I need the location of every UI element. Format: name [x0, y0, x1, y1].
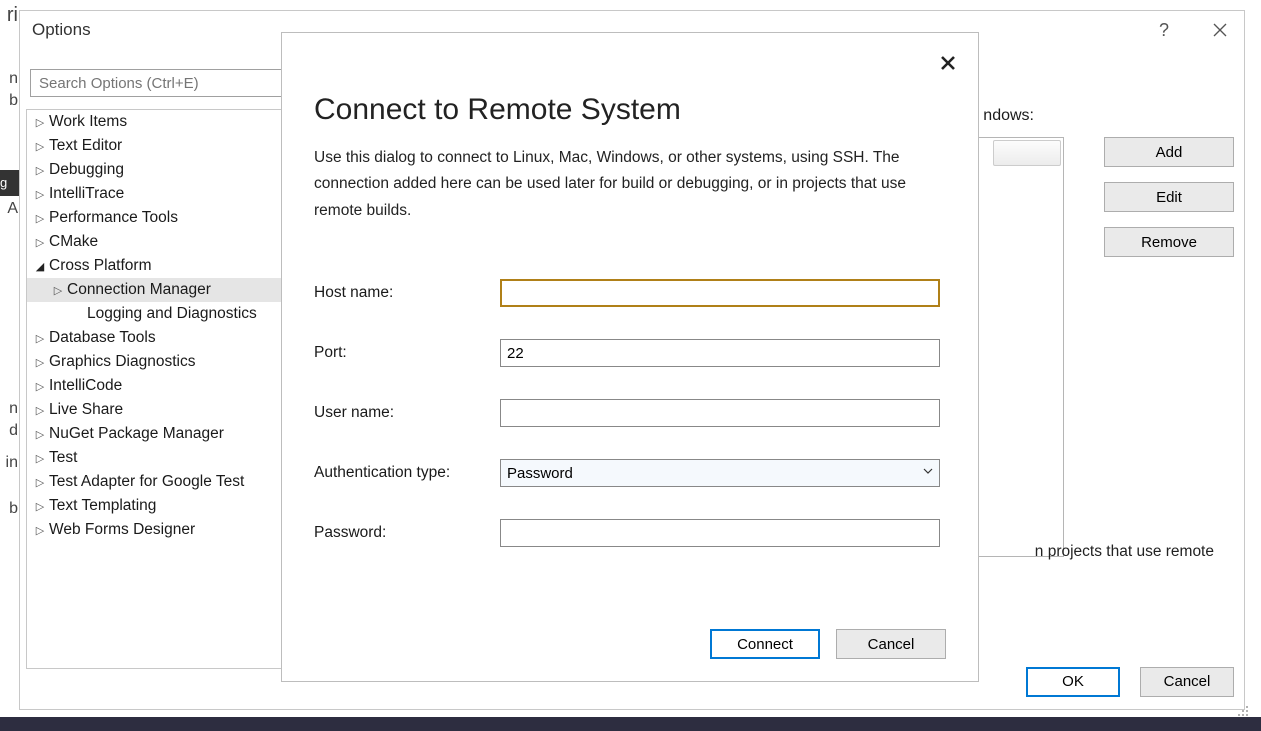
tree-item-database-tools[interactable]: ▷Database Tools: [27, 326, 287, 350]
bg-frag: ri: [7, 4, 18, 27]
tree-item-text-templating[interactable]: ▷Text Templating: [27, 494, 287, 518]
tree-item-work-items[interactable]: ▷Work Items: [27, 110, 287, 134]
close-icon: [941, 56, 955, 70]
status-bar-fragment: [0, 717, 1261, 731]
arrow-right-icon: ▷: [33, 404, 47, 417]
tree-item-label: Database Tools: [49, 329, 156, 347]
tree-item-logging-and-diagnostics[interactable]: Logging and Diagnostics: [27, 302, 287, 326]
tree-item-performance-tools[interactable]: ▷Performance Tools: [27, 206, 287, 230]
options-cancel-button[interactable]: Cancel: [1140, 667, 1234, 697]
arrow-right-icon: ▷: [51, 284, 65, 297]
remote-heading-fragment: ndows:: [983, 107, 1034, 125]
password-input[interactable]: [500, 519, 940, 547]
arrow-right-icon: ▷: [33, 500, 47, 513]
arrow-down-icon: ◢: [33, 260, 47, 273]
password-label: Password:: [314, 524, 500, 542]
options-title: Options: [32, 20, 91, 40]
tree-item-intellitrace[interactable]: ▷IntelliTrace: [27, 182, 287, 206]
connect-button[interactable]: Connect: [710, 629, 820, 659]
arrow-right-icon: ▷: [33, 356, 47, 369]
tree-item-label: Debugging: [49, 161, 124, 179]
tree-item-label: Cross Platform: [49, 257, 152, 275]
bg-frag: n: [9, 400, 18, 418]
tree-item-label: Graphics Diagnostics: [49, 353, 195, 371]
bg-frag: A: [7, 200, 18, 218]
port-input[interactable]: [500, 339, 940, 367]
arrow-right-icon: ▷: [33, 428, 47, 441]
arrow-right-icon: ▷: [33, 332, 47, 345]
tree-item-text-editor[interactable]: ▷Text Editor: [27, 134, 287, 158]
cancel-button[interactable]: Cancel: [836, 629, 946, 659]
edit-button[interactable]: Edit: [1104, 182, 1234, 212]
port-label: Port:: [314, 344, 500, 362]
arrow-right-icon: ▷: [33, 140, 47, 153]
close-icon: [1213, 23, 1227, 37]
arrow-right-icon: ▷: [33, 116, 47, 129]
arrow-right-icon: ▷: [33, 164, 47, 177]
tree-item-test[interactable]: ▷Test: [27, 446, 287, 470]
tree-item-label: Test: [49, 449, 77, 467]
add-button[interactable]: Add: [1104, 137, 1234, 167]
dialog-title: Connect to Remote System: [314, 93, 946, 127]
arrow-right-icon: ▷: [33, 212, 47, 225]
tree-item-nuget-package-manager[interactable]: ▷NuGet Package Manager: [27, 422, 287, 446]
user-name-input[interactable]: [500, 399, 940, 427]
tree-item-label: IntelliCode: [49, 377, 122, 395]
tree-item-test-adapter-for-google-test[interactable]: ▷Test Adapter for Google Test: [27, 470, 287, 494]
close-dialog-button[interactable]: [936, 51, 960, 75]
bg-frag: d: [9, 422, 18, 440]
tree-item-label: Performance Tools: [49, 209, 178, 227]
dialog-description: Use this dialog to connect to Linux, Mac…: [314, 145, 946, 224]
tree-item-debugging[interactable]: ▷Debugging: [27, 158, 287, 182]
tree-item-label: Connection Manager: [67, 281, 211, 299]
user-label: User name:: [314, 404, 500, 422]
tree-item-connection-manager[interactable]: ▷Connection Manager: [27, 278, 287, 302]
auth-type-label: Authentication type:: [314, 464, 500, 482]
arrow-right-icon: ▷: [33, 380, 47, 393]
bg-frag-dark: g: [0, 170, 19, 196]
tree-item-label: Test Adapter for Google Test: [49, 473, 244, 491]
bg-frag: in: [6, 454, 18, 472]
options-tree[interactable]: ▷Work Items▷Text Editor▷Debugging▷Intell…: [26, 109, 288, 669]
arrow-right-icon: ▷: [33, 476, 47, 489]
connect-remote-dialog: Connect to Remote System Use this dialog…: [281, 32, 979, 682]
bg-frag: n: [9, 70, 18, 88]
tree-item-web-forms-designer[interactable]: ▷Web Forms Designer: [27, 518, 287, 542]
tree-item-label: Work Items: [49, 113, 127, 131]
tree-item-cmake[interactable]: ▷CMake: [27, 230, 287, 254]
tree-item-label: NuGet Package Manager: [49, 425, 224, 443]
tree-item-cross-platform[interactable]: ◢Cross Platform: [27, 254, 287, 278]
arrow-right-icon: ▷: [33, 524, 47, 537]
arrow-right-icon: ▷: [33, 452, 47, 465]
tree-item-label: Logging and Diagnostics: [87, 305, 257, 323]
tree-item-label: Text Editor: [49, 137, 122, 155]
arrow-right-icon: ▷: [33, 188, 47, 201]
tree-item-label: Live Share: [49, 401, 123, 419]
search-input[interactable]: [30, 69, 284, 97]
tree-item-live-share[interactable]: ▷Live Share: [27, 398, 287, 422]
bg-frag: b: [9, 500, 18, 518]
bg-frag: b: [9, 92, 18, 110]
note-fragment: n projects that use remote: [1035, 543, 1214, 561]
host-name-input[interactable]: [500, 279, 940, 307]
close-window-button[interactable]: [1206, 16, 1234, 44]
ok-button[interactable]: OK: [1026, 667, 1120, 697]
help-button[interactable]: ?: [1150, 16, 1178, 44]
auth-type-select[interactable]: [500, 459, 940, 487]
resize-grip-icon[interactable]: [1233, 701, 1249, 717]
tree-item-label: Web Forms Designer: [49, 521, 195, 539]
tree-item-label: IntelliTrace: [49, 185, 124, 203]
list-header-fragment: [993, 140, 1061, 166]
tree-item-graphics-diagnostics[interactable]: ▷Graphics Diagnostics: [27, 350, 287, 374]
background-left-strip: ri n b g A n d in b: [0, 0, 19, 731]
host-label: Host name:: [314, 284, 500, 302]
tree-item-label: Text Templating: [49, 497, 156, 515]
remove-button[interactable]: Remove: [1104, 227, 1234, 257]
arrow-right-icon: ▷: [33, 236, 47, 249]
tree-item-label: CMake: [49, 233, 98, 251]
tree-item-intellicode[interactable]: ▷IntelliCode: [27, 374, 287, 398]
